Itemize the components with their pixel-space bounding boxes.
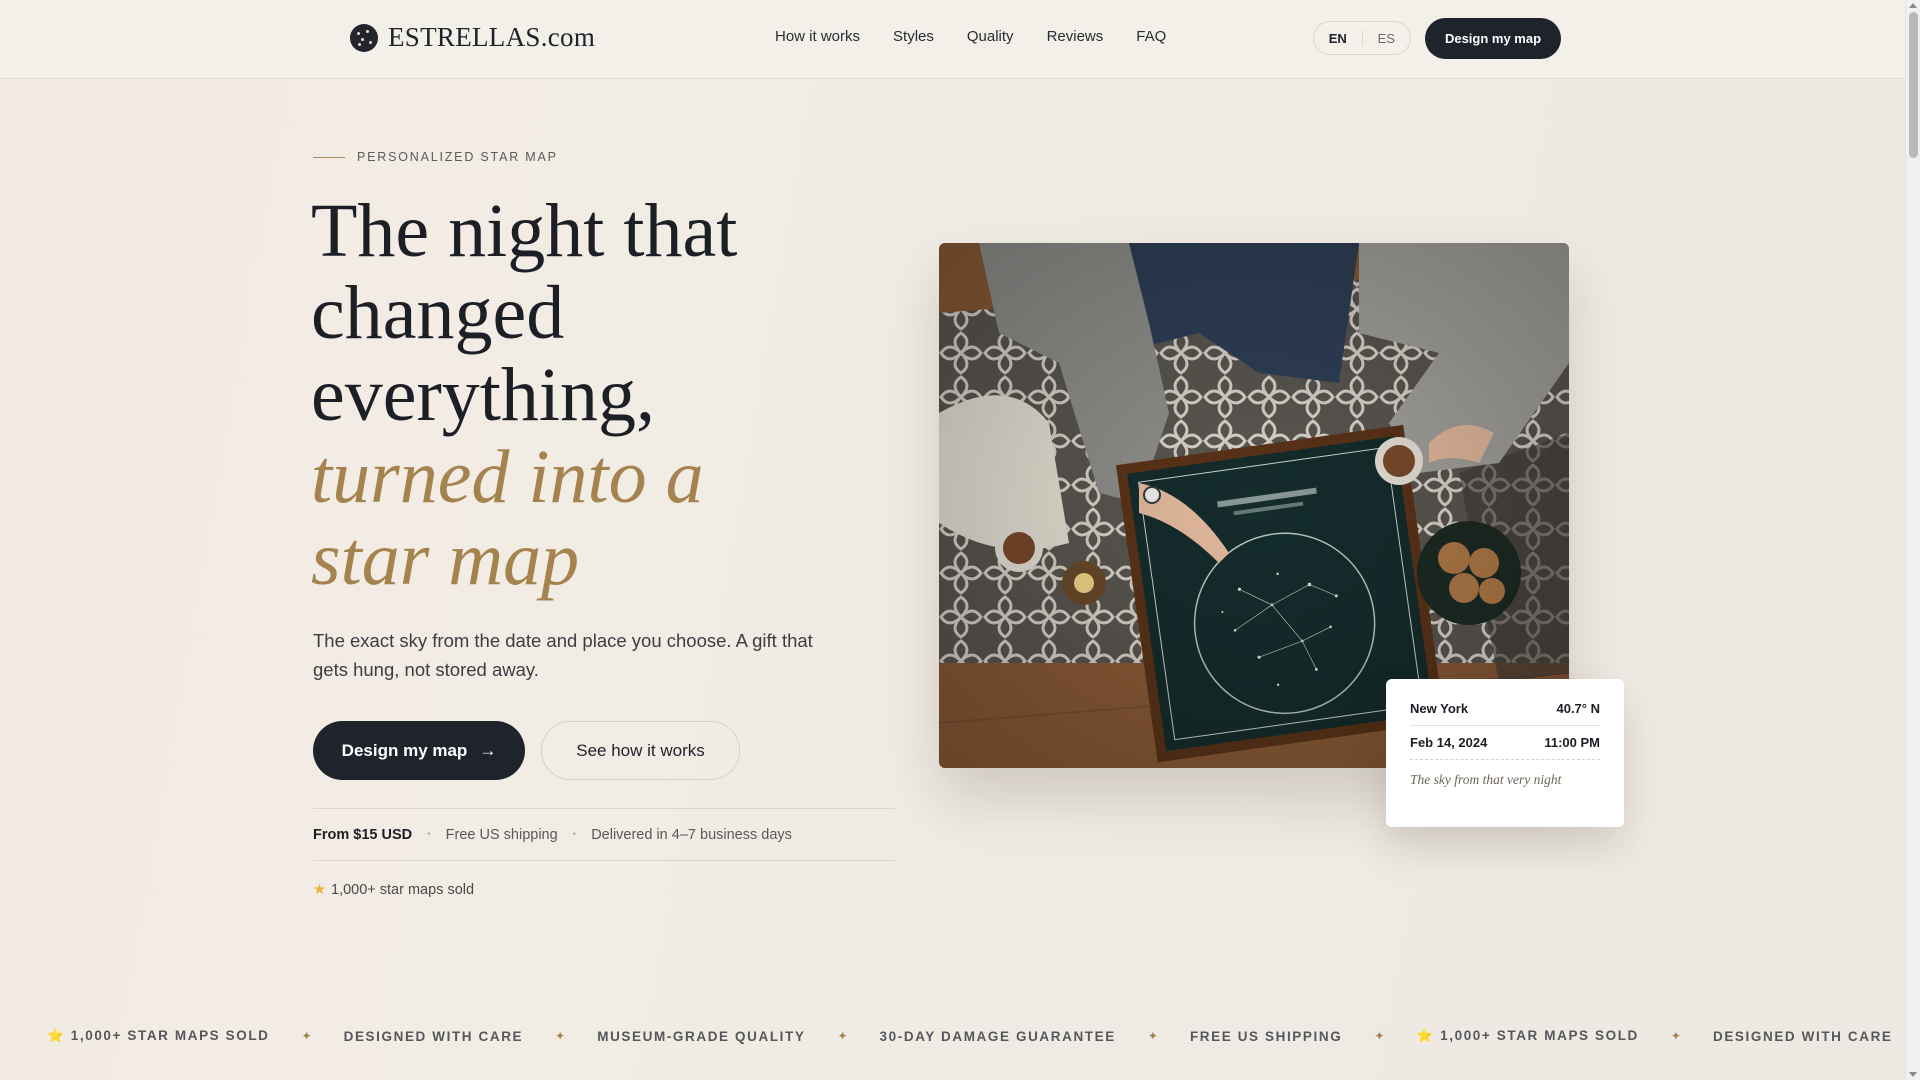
headline-main: The night that changed everything, bbox=[311, 189, 738, 437]
lang-es-button[interactable]: ES bbox=[1363, 31, 1411, 46]
nav-styles[interactable]: Styles bbox=[893, 28, 934, 45]
ticker-item: 30-DAY DAMAGE GUARANTEE bbox=[879, 1028, 1116, 1044]
scroll-down-icon[interactable] bbox=[1909, 1072, 1917, 1077]
sparkle-icon: ✦ bbox=[555, 1029, 566, 1043]
date-label: Feb 14, 2024 bbox=[1410, 735, 1488, 750]
sparkle-icon: ✦ bbox=[1670, 1029, 1681, 1043]
headline-accent: turned into a star map bbox=[311, 435, 704, 601]
eyebrow-line bbox=[313, 156, 345, 158]
meta-dot-icon: • bbox=[572, 829, 577, 840]
ticker-item: DESIGNED WITH CARE bbox=[343, 1028, 524, 1044]
purchase-meta: From $15 USD • Free US shipping • Delive… bbox=[313, 808, 895, 861]
benefits-ticker: ⭐ 1,000+ STAR MAPS SOLD ✦ DESIGNED WITH … bbox=[0, 1016, 1905, 1056]
language-switcher: EN ES bbox=[1313, 21, 1411, 55]
time-label: 11:00 PM bbox=[1544, 735, 1600, 750]
sold-count: ★ 1,000+ star maps sold bbox=[313, 882, 474, 898]
hero-subtitle: The exact sky from the date and place yo… bbox=[313, 630, 813, 680]
ticker-item: ⭐ 1,000+ STAR MAPS SOLD bbox=[47, 1028, 270, 1043]
location-row: New York 40.7° N bbox=[1410, 701, 1600, 725]
hero-eyebrow: PERSONALIZED STAR MAP bbox=[313, 150, 558, 164]
site-header: ESTRELLAS.com How it works Styles Qualit… bbox=[0, 0, 1905, 79]
main-nav: How it works Styles Quality Reviews FAQ bbox=[775, 28, 1166, 45]
lang-en-button[interactable]: EN bbox=[1314, 31, 1362, 46]
latitude-label: 40.7° N bbox=[1556, 701, 1600, 716]
arrow-right-icon: → bbox=[479, 740, 497, 760]
eyebrow-text: PERSONALIZED STAR MAP bbox=[357, 150, 558, 164]
nav-quality[interactable]: Quality bbox=[967, 28, 1014, 45]
hero-headline: The night that changed everything, turne… bbox=[311, 190, 831, 600]
ticker-item: FREE US SHIPPING bbox=[1189, 1028, 1343, 1044]
ticker-item: DESIGNED WITH CARE bbox=[1712, 1028, 1893, 1044]
ticker-item: ⭐ 1,000+ STAR MAPS SOLD bbox=[1416, 1028, 1639, 1043]
brand-logo[interactable]: ESTRELLAS.com bbox=[350, 22, 595, 53]
nav-how-it-works[interactable]: How it works bbox=[775, 28, 860, 45]
nav-faq[interactable]: FAQ bbox=[1136, 28, 1166, 45]
sparkle-icon: ✦ bbox=[837, 1029, 848, 1043]
delivery-label: Delivered in 4–7 business days bbox=[591, 826, 792, 843]
design-my-map-button[interactable]: Design my map → bbox=[313, 721, 525, 780]
see-how-it-works-button[interactable]: See how it works bbox=[541, 721, 740, 780]
shipping-label: Free US shipping bbox=[445, 826, 558, 843]
star-icon: ★ bbox=[313, 882, 326, 898]
brand-name: ESTRELLAS.com bbox=[388, 22, 596, 52]
star-logo-icon bbox=[350, 23, 378, 52]
scroll-thumb[interactable] bbox=[1909, 12, 1918, 158]
datetime-row: Feb 14, 2024 11:00 PM bbox=[1410, 725, 1600, 759]
ticker-item: MUSEUM-GRADE QUALITY bbox=[597, 1028, 806, 1044]
sparkle-icon: ✦ bbox=[1374, 1029, 1385, 1043]
meta-dot-icon: • bbox=[427, 829, 431, 840]
price-label: From $15 USD bbox=[313, 826, 413, 843]
ticker-track: ⭐ 1,000+ STAR MAPS SOLD ✦ DESIGNED WITH … bbox=[0, 1028, 1893, 1044]
sparkle-icon: ✦ bbox=[301, 1029, 312, 1043]
design-button-label: Design my map bbox=[341, 740, 468, 760]
city-label: New York bbox=[1410, 701, 1469, 716]
card-note: The sky from that very night bbox=[1410, 759, 1600, 788]
header-design-button[interactable]: Design my map bbox=[1425, 18, 1561, 59]
sold-label: 1,000+ star maps sold bbox=[331, 882, 475, 898]
page-scrollbar[interactable] bbox=[1905, 0, 1920, 1080]
scroll-up-icon[interactable] bbox=[1909, 3, 1917, 8]
map-details-card: New York 40.7° N Feb 14, 2024 11:00 PM T… bbox=[1386, 679, 1624, 827]
nav-reviews[interactable]: Reviews bbox=[1047, 28, 1104, 45]
sparkle-icon: ✦ bbox=[1147, 1029, 1158, 1043]
